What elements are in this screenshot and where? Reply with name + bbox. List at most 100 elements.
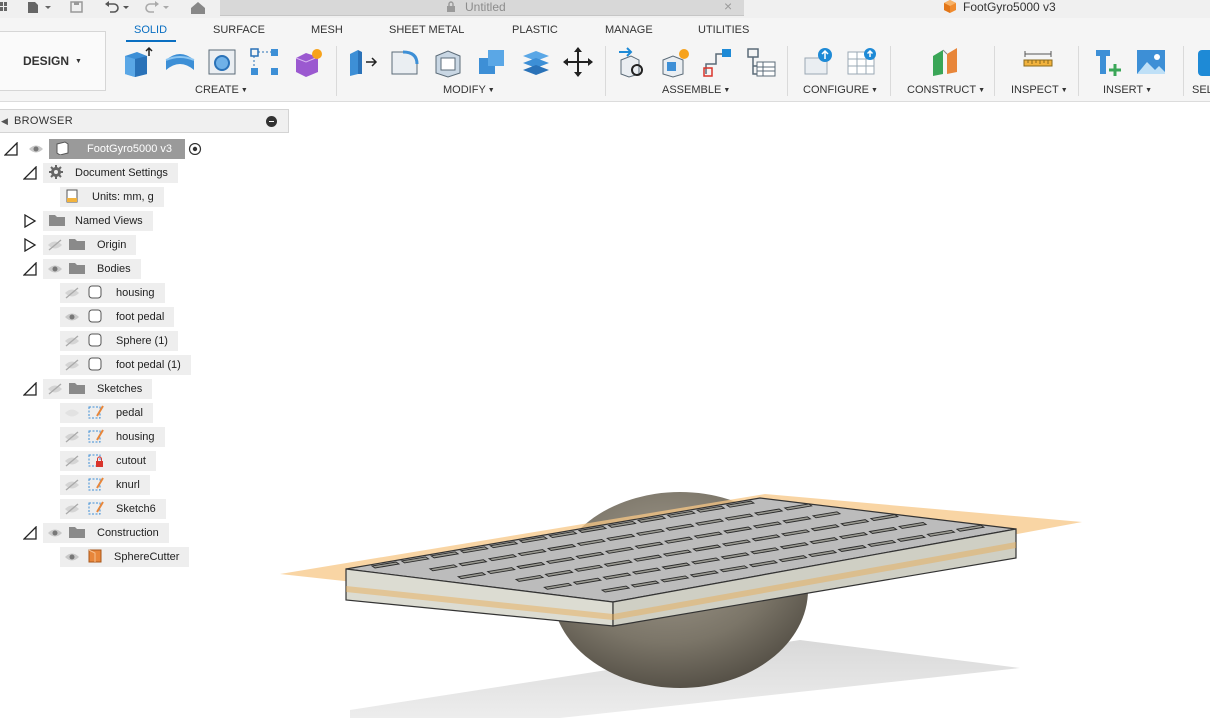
eye-icon[interactable]	[28, 143, 44, 155]
insert-menu[interactable]: INSERT ▼	[1103, 84, 1152, 96]
insert-mcmaster-icon[interactable]	[1093, 46, 1125, 78]
tab-manage[interactable]: MANAGE	[605, 24, 653, 36]
motion-link-icon[interactable]	[745, 46, 777, 78]
configuration-table-icon[interactable]	[846, 46, 878, 78]
body-housing[interactable]: housing	[60, 283, 165, 303]
collapse-arrow-icon[interactable]: ◀	[1, 116, 8, 127]
sketch-housing[interactable]: housing	[60, 427, 165, 447]
document-tab-title: Untitled	[465, 0, 506, 14]
joint-origin-icon[interactable]	[702, 46, 734, 78]
expanded-triangle-icon[interactable]	[23, 382, 37, 396]
configure-icon[interactable]	[803, 46, 835, 78]
named-views-label: Named Views	[75, 215, 143, 227]
offset-face-icon[interactable]	[520, 46, 552, 78]
collapsed-triangle-icon[interactable]	[23, 238, 37, 252]
create-form-icon[interactable]	[292, 46, 324, 78]
grid-icon[interactable]	[0, 0, 8, 14]
tab-sheet-metal[interactable]: SHEET METAL	[389, 24, 464, 36]
save-icon[interactable]	[70, 0, 84, 14]
hole-icon[interactable]	[206, 46, 238, 78]
shell-icon[interactable]	[432, 46, 464, 78]
eye-hidden-icon[interactable]	[64, 335, 80, 347]
tab-utilities[interactable]: UTILITIES	[698, 24, 749, 36]
workspace-switcher[interactable]: DESIGN ▼	[0, 31, 106, 91]
eye-icon[interactable]	[64, 311, 80, 323]
expanded-triangle-icon[interactable]	[23, 526, 37, 540]
expanded-triangle-icon[interactable]	[23, 262, 37, 276]
workspace-label: DESIGN	[23, 54, 70, 68]
assemble-menu[interactable]: ASSEMBLE ▼	[662, 84, 730, 96]
eye-hidden-icon[interactable]	[64, 503, 80, 515]
new-component-icon[interactable]	[121, 46, 153, 78]
close-tab-icon[interactable]: ×	[724, 0, 732, 14]
modify-menu[interactable]: MODIFY ▼	[443, 84, 495, 96]
measure-icon[interactable]	[1022, 46, 1054, 78]
construction-node[interactable]: Construction	[43, 523, 169, 543]
select-menu[interactable]: SEL	[1192, 84, 1210, 96]
bodies-node[interactable]: Bodies	[43, 259, 141, 279]
home-icon[interactable]	[190, 0, 206, 14]
combine-icon[interactable]	[476, 46, 508, 78]
redo-icon[interactable]	[144, 0, 172, 14]
ruler-icon	[66, 189, 78, 206]
minimize-icon[interactable]	[266, 116, 277, 127]
expanded-triangle-icon[interactable]	[4, 142, 18, 156]
tab-plastic[interactable]: PLASTIC	[512, 24, 558, 36]
tab-surface[interactable]: SURFACE	[213, 24, 265, 36]
eye-hidden-icon[interactable]	[64, 431, 80, 443]
eye-icon[interactable]	[47, 263, 63, 275]
tab-solid[interactable]: SOLID	[134, 24, 167, 36]
eye-hidden-icon[interactable]	[64, 287, 80, 299]
sketch-sketch6[interactable]: Sketch6	[60, 499, 166, 519]
insert-canvas-icon[interactable]	[1135, 46, 1167, 78]
document-settings-label: Document Settings	[75, 167, 168, 179]
named-views-node[interactable]: Named Views	[43, 211, 153, 231]
configure-menu[interactable]: CONFIGURE ▼	[803, 84, 878, 96]
sketch-pedal[interactable]: pedal	[60, 403, 153, 423]
sketch-label: Sketch6	[116, 503, 156, 515]
eye-hidden-icon[interactable]	[64, 407, 80, 419]
move-copy-icon[interactable]	[562, 46, 594, 78]
active-tab-indicator	[126, 40, 176, 42]
as-built-joint-icon[interactable]	[659, 46, 691, 78]
sketch-knurl[interactable]: knurl	[60, 475, 150, 495]
browser-header[interactable]: ◀ BROWSER	[0, 109, 289, 133]
eye-hidden-icon[interactable]	[64, 455, 80, 467]
document-tab[interactable]: Untitled ×	[220, 0, 744, 16]
activate-radio-icon[interactable]	[187, 143, 203, 155]
units-node[interactable]: Units: mm, g	[60, 187, 164, 207]
eye-icon[interactable]	[47, 527, 63, 539]
joint-icon[interactable]	[617, 46, 649, 78]
select-icon[interactable]	[1194, 46, 1210, 78]
origin-node[interactable]: Origin	[43, 235, 137, 255]
eye-icon[interactable]	[64, 551, 80, 563]
cube-icon	[943, 0, 957, 16]
file-menu-icon[interactable]	[26, 0, 54, 14]
pattern-icon[interactable]	[249, 46, 281, 78]
construction-spherecutter[interactable]: SphereCutter	[60, 547, 190, 567]
root-component[interactable]: FootGyro5000 v3	[49, 139, 185, 159]
document-settings-node[interactable]: Document Settings	[43, 163, 178, 183]
eye-hidden-icon[interactable]	[47, 383, 63, 395]
eye-hidden-icon[interactable]	[64, 479, 80, 491]
press-pull-icon[interactable]	[346, 46, 378, 78]
body-sphere[interactable]: Sphere (1)	[60, 331, 178, 351]
inspect-menu[interactable]: INSPECT ▼	[1011, 84, 1068, 96]
construct-menu[interactable]: CONSTRUCT ▼	[907, 84, 985, 96]
sketch-cutout[interactable]: cutout	[60, 451, 156, 471]
sketch-label: housing	[116, 431, 155, 443]
create-menu[interactable]: CREATE ▼	[195, 84, 248, 96]
sketches-node[interactable]: Sketches	[43, 379, 153, 399]
eye-hidden-icon[interactable]	[64, 359, 80, 371]
tab-mesh[interactable]: MESH	[311, 24, 343, 36]
body-foot-pedal-1[interactable]: foot pedal (1)	[60, 355, 191, 375]
fillet-icon[interactable]	[389, 46, 421, 78]
collapsed-triangle-icon[interactable]	[23, 214, 37, 228]
eye-hidden-icon[interactable]	[47, 239, 63, 251]
offset-plane-icon[interactable]	[929, 46, 961, 78]
revolve-icon[interactable]	[164, 46, 196, 78]
expanded-triangle-icon[interactable]	[23, 166, 37, 180]
model-viewport[interactable]	[280, 480, 1100, 718]
body-foot-pedal[interactable]: foot pedal	[60, 307, 175, 327]
undo-icon[interactable]	[104, 0, 132, 14]
